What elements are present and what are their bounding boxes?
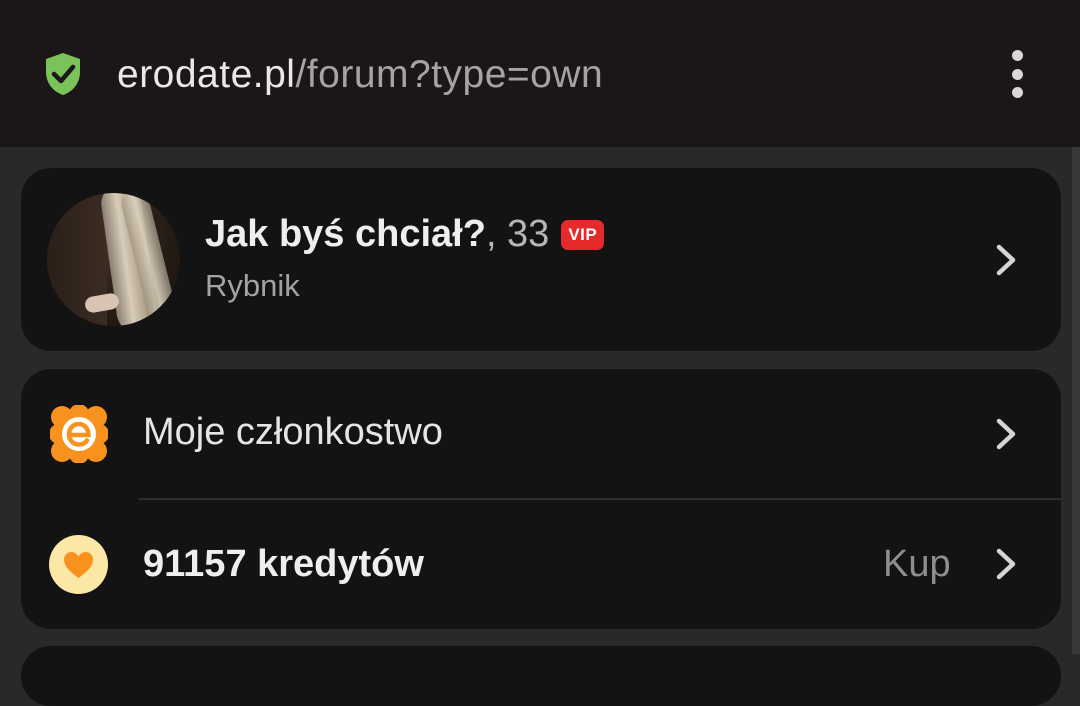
url-domain: erodate.pl (117, 53, 296, 96)
profile-age: , 33 (485, 213, 550, 255)
browser-url-bar: erodate.pl/forum?type=own (0, 0, 1080, 147)
vip-badge: VIP (561, 220, 605, 250)
account-menu-card: Moje członkostwo 91157 kredytów Kup (21, 369, 1061, 629)
chevron-right-icon (996, 548, 1016, 580)
e-logo-icon (50, 405, 108, 463)
credits-label: 91157 kredytów (143, 543, 424, 585)
heart-icon (49, 535, 108, 594)
scrollbar[interactable] (1072, 147, 1080, 654)
chevron-right-icon (996, 244, 1016, 276)
buy-credits-link[interactable]: Kup (883, 543, 951, 586)
chevron-right-icon (996, 418, 1016, 450)
url-field[interactable]: erodate.pl/forum?type=own (117, 50, 603, 100)
membership-label: Moje członkostwo (143, 411, 443, 453)
url-path: /forum?type=own (295, 53, 604, 96)
profile-city: Rybnik (205, 268, 300, 303)
profile-title: Jak byś chciał?, 33 VIP (205, 212, 605, 256)
more-vertical-icon[interactable] (1000, 50, 1034, 98)
avatar[interactable] (47, 193, 180, 326)
divider (139, 498, 1061, 500)
shield-check-icon (46, 53, 80, 95)
profile-card[interactable]: Jak byś chciał?, 33 VIP Rybnik (21, 168, 1061, 351)
profile-nickname: Jak byś chciał? (205, 213, 486, 255)
next-card (21, 646, 1061, 706)
